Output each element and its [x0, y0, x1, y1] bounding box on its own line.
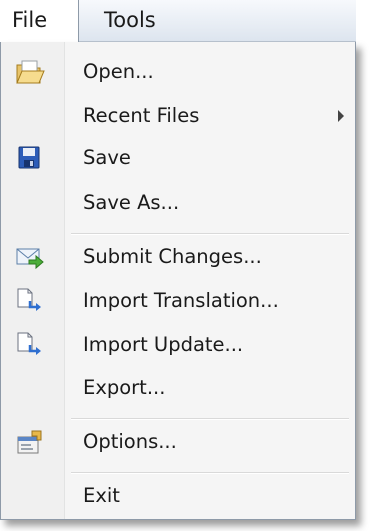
import-document-icon: [15, 331, 45, 359]
menu-item-import-update[interactable]: Import Update...: [1, 323, 355, 367]
menu-file[interactable]: File: [0, 0, 79, 43]
menu-item-submit-changes-label: Submit Changes...: [83, 245, 262, 268]
menu-item-import-update-label: Import Update...: [83, 333, 244, 356]
menu-item-import-translation-label: Import Translation...: [83, 289, 279, 312]
menu-tools-label: Tools: [104, 8, 156, 32]
menu-item-import-translation[interactable]: Import Translation...: [1, 279, 355, 323]
menu-bar: File Tools: [0, 0, 356, 43]
menu-item-save[interactable]: Save: [1, 136, 355, 180]
menu-item-recent-files[interactable]: Recent Files: [1, 94, 355, 138]
menu-item-export-label: Export...: [83, 376, 166, 399]
menu-item-exit-label: Exit: [83, 484, 120, 507]
menu-file-label: File: [12, 8, 48, 32]
menu-item-options[interactable]: Options...: [1, 420, 355, 464]
menu-item-save-label: Save: [83, 146, 131, 169]
menu-item-save-as[interactable]: Save As...: [1, 181, 355, 225]
menu-item-open-label: Open...: [83, 60, 154, 83]
menu-tools[interactable]: Tools: [79, 0, 156, 42]
file-menu-dropdown: Open... Recent Files Save Save As... Sub…: [0, 42, 356, 520]
import-document-icon: [15, 287, 45, 315]
menu-item-submit-changes[interactable]: Submit Changes...: [1, 235, 355, 279]
menu-item-recent-files-label: Recent Files: [83, 104, 200, 127]
options-icon: [15, 428, 45, 456]
menu-item-options-label: Options...: [83, 430, 177, 453]
submenu-arrow-icon: [338, 110, 344, 122]
menu-item-exit[interactable]: Exit: [1, 474, 355, 518]
save-disk-icon: [15, 144, 45, 172]
submit-envelope-icon: [15, 243, 45, 271]
menu-item-export[interactable]: Export...: [1, 366, 355, 410]
menu-item-open[interactable]: Open...: [1, 50, 355, 94]
open-folder-icon: [15, 58, 45, 86]
menu-item-save-as-label: Save As...: [83, 191, 180, 214]
